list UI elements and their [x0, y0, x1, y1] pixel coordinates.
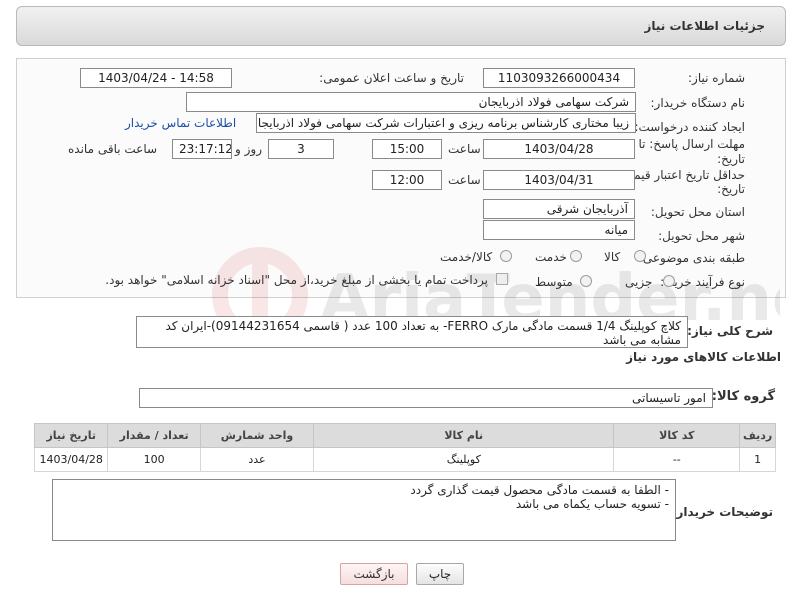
contact-buyer-link[interactable]: اطلاعات تماس خریدار [125, 116, 236, 130]
purchase-option-medium: متوسط [535, 275, 573, 289]
validity-label-date: تاریخ: [717, 182, 745, 196]
buyer-org-field: شرکت سهامی فولاد اذربایجان [186, 92, 636, 112]
cell-code: -- [613, 447, 741, 472]
col-qty: تعداد / مقدار [107, 423, 201, 448]
treasury-payment-note: پرداخت تمام یا بخشی از مبلغ خرید،از محل … [105, 273, 488, 287]
category-option-both: کالا/خدمت [440, 250, 493, 264]
purchase-radio-minor[interactable] [663, 275, 675, 287]
buyer-org-label: نام دستگاه خریدار: [650, 96, 746, 110]
deadline-label: مهلت ارسال پاسخ: تا [638, 137, 745, 151]
goods-group-field: امور تاسیساتی [139, 388, 713, 408]
cell-row: 1 [739, 447, 776, 472]
city-field: میانه [483, 220, 635, 240]
validity-time-field: 12:00 [372, 170, 442, 190]
announce-date-field: 1403/04/24 - 14:58 [80, 68, 232, 88]
category-radio-both[interactable] [500, 250, 512, 262]
category-option-service: خدمت [535, 250, 567, 264]
print-button[interactable]: چاپ [416, 563, 464, 585]
days-remaining-field: 3 [268, 139, 334, 159]
cell-date: 1403/04/28 [33, 447, 109, 472]
items-section-title: اطلاعات کالاهای مورد نیاز [626, 350, 781, 364]
validity-date-field: 1403/04/31 [483, 170, 635, 190]
page-title: جزئیات اطلاعات نیاز [644, 19, 765, 33]
cell-qty: 100 [107, 447, 201, 472]
category-radio-service[interactable] [570, 250, 582, 262]
buyer-notes-label: توضیحات خریدار: [671, 505, 773, 519]
validity-time-label: ساعت [448, 173, 481, 187]
time-remaining-label: ساعت باقی مانده [68, 142, 158, 156]
need-number-label: شماره نیاز: [688, 71, 745, 85]
purchase-option-minor: جزیی [625, 275, 653, 289]
category-label: طبقه بندی موضوعی: [638, 251, 745, 265]
city-label: شهر محل تحویل: [658, 229, 745, 243]
table-row: 1403/04/28 100 عدد کوپلینگ -- 1 [33, 447, 776, 472]
col-code: کد کالا [613, 423, 741, 448]
need-number-field: 1103093266000434 [483, 68, 635, 88]
deadline-label-date: تاریخ: [717, 152, 745, 166]
category-radio-goods[interactable] [634, 250, 646, 262]
announce-date-label: تاریخ و ساعت اعلان عمومی: [319, 71, 464, 85]
cell-name: کوپلینگ [313, 447, 615, 472]
cell-unit: عدد [199, 447, 315, 472]
deadline-time-label: ساعت [448, 142, 481, 156]
treasury-payment-checkbox[interactable] [496, 273, 508, 285]
deadline-time-field: 15:00 [372, 139, 442, 159]
category-option-goods: کالا [604, 250, 621, 264]
time-remaining-field: 23:17:12 [172, 139, 232, 159]
items-table-header: تاریخ نیاز تعداد / مقدار واحد شمارش نام … [33, 423, 776, 448]
buyer-note-line: - الطفا به قسمت مادگی محصول قیمت گذاری گ… [410, 483, 669, 497]
col-row: ردیف [739, 423, 776, 448]
days-label: روز و [235, 142, 262, 156]
deadline-date-field: 1403/04/28 [483, 139, 635, 159]
back-button[interactable]: بازگشت [340, 563, 408, 585]
buyer-note-line: - تسویه حساب یکماه می باشد [515, 497, 669, 511]
description-textarea[interactable]: کلاچ کوپلینگ 1/4 قسمت مادگی مارک FERRO- … [136, 316, 688, 348]
col-date: تاریخ نیاز [33, 423, 109, 448]
goods-group-label: گروه کالا: [711, 389, 775, 404]
items-table: تاریخ نیاز تعداد / مقدار واحد شمارش نام … [33, 423, 776, 472]
col-unit: واحد شمارش [199, 423, 315, 448]
creator-field: زیبا مختاری کارشناس برنامه ریزی و اعتبار… [256, 113, 636, 133]
col-name: نام کالا [313, 423, 615, 448]
description-label: شرح کلی نیاز: [687, 324, 773, 338]
purchase-radio-medium[interactable] [580, 275, 592, 287]
creator-label: ایجاد کننده درخواست: [634, 120, 745, 134]
province-label: استان محل تحویل: [650, 205, 745, 219]
buyer-notes-textarea[interactable]: - الطفا به قسمت مادگی محصول قیمت گذاری گ… [52, 479, 676, 541]
province-field: آذربایجان شرقی [483, 199, 635, 219]
